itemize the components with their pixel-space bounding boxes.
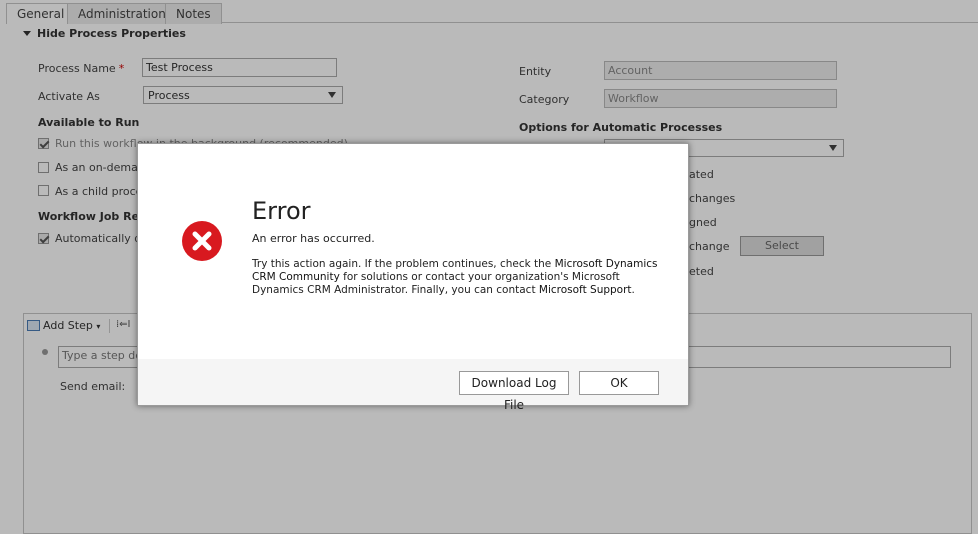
- support-link[interactable]: Microsoft Support: [539, 284, 632, 296]
- dialog-message: An error has occurred.: [252, 232, 375, 245]
- dialog-title: Error: [252, 197, 311, 225]
- error-icon: [182, 221, 222, 261]
- dialog-detail: Try this action again. If the problem co…: [252, 258, 658, 296]
- ok-button[interactable]: OK: [579, 371, 659, 395]
- download-log-file-button[interactable]: Download Log File: [459, 371, 569, 412]
- error-dialog: Error An error has occurred. Try this ac…: [137, 143, 689, 412]
